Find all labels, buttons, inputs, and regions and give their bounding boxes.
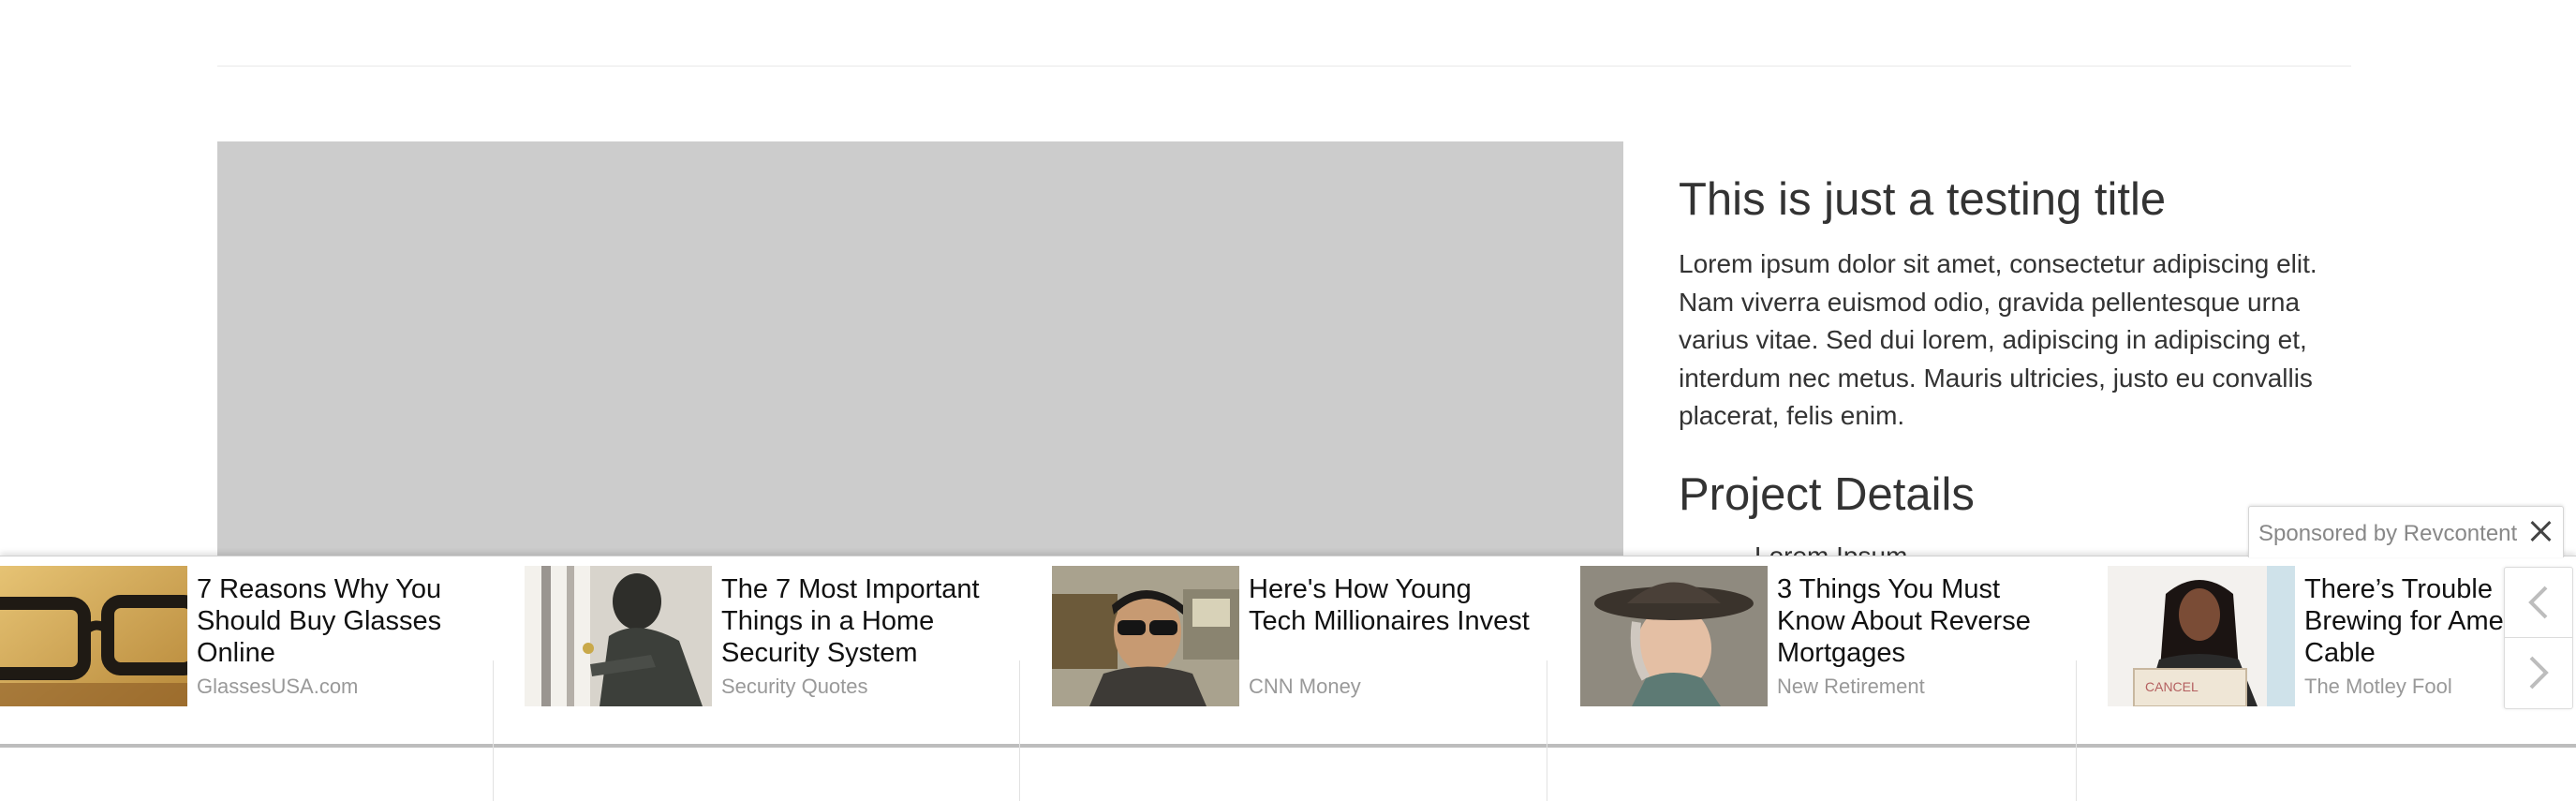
ad-title[interactable]: The 7 Most Important Things in a Home Se…	[721, 573, 1002, 669]
ad-source: The Motley Fool	[2304, 675, 2452, 698]
sponsored-tab: Sponsored by Revcontent	[2248, 506, 2564, 557]
bottom-border	[0, 744, 2576, 748]
burglar-thumbnail[interactable]	[525, 566, 712, 706]
ad-title[interactable]: Here's How Young Tech Millionaires Inves…	[1249, 573, 1530, 637]
chevron-left-icon	[2528, 586, 2548, 619]
page-title: This is just a testing title	[1679, 174, 2167, 225]
older-woman-hat-thumbnail[interactable]	[1580, 566, 1768, 706]
chevron-right-icon	[2529, 656, 2549, 690]
ad-divider	[1019, 660, 1020, 801]
ad-source: GlassesUSA.com	[197, 675, 359, 698]
woman-cancel-sign-thumbnail[interactable]: CANCEL	[2108, 566, 2295, 706]
young-man-sunglasses-thumbnail[interactable]	[1052, 566, 1239, 706]
article-description: Lorem ipsum dolor sit amet, consectetur …	[1679, 249, 2317, 430]
glasses-thumbnail[interactable]	[0, 566, 187, 706]
project-details-heading: Project Details	[1679, 469, 1975, 520]
ad-divider	[493, 660, 494, 801]
svg-text:CANCEL: CANCEL	[2145, 679, 2198, 694]
ad-source: Security Quotes	[721, 675, 868, 698]
ad-title[interactable]: 7 Reasons Why You Should Buy Glasses Onl…	[197, 573, 478, 669]
sponsored-ad-bar: 7 Reasons Why You Should Buy Glasses Onl…	[0, 556, 2576, 745]
ad-source: New Retirement	[1777, 675, 1925, 698]
hero-image-placeholder	[217, 141, 1623, 562]
ad-divider	[2076, 660, 2077, 801]
ad-source: CNN Money	[1249, 675, 1361, 698]
carousel-nav	[2504, 567, 2573, 709]
ad-title[interactable]: 3 Things You Must Know About Reverse Mor…	[1777, 573, 2058, 669]
carousel-prev-button[interactable]	[2505, 568, 2572, 638]
sponsored-label: Sponsored by Revcontent	[2258, 521, 2518, 546]
close-icon[interactable]	[2527, 518, 2554, 544]
header-divider	[217, 66, 2351, 67]
carousel-next-button[interactable]	[2505, 638, 2572, 707]
